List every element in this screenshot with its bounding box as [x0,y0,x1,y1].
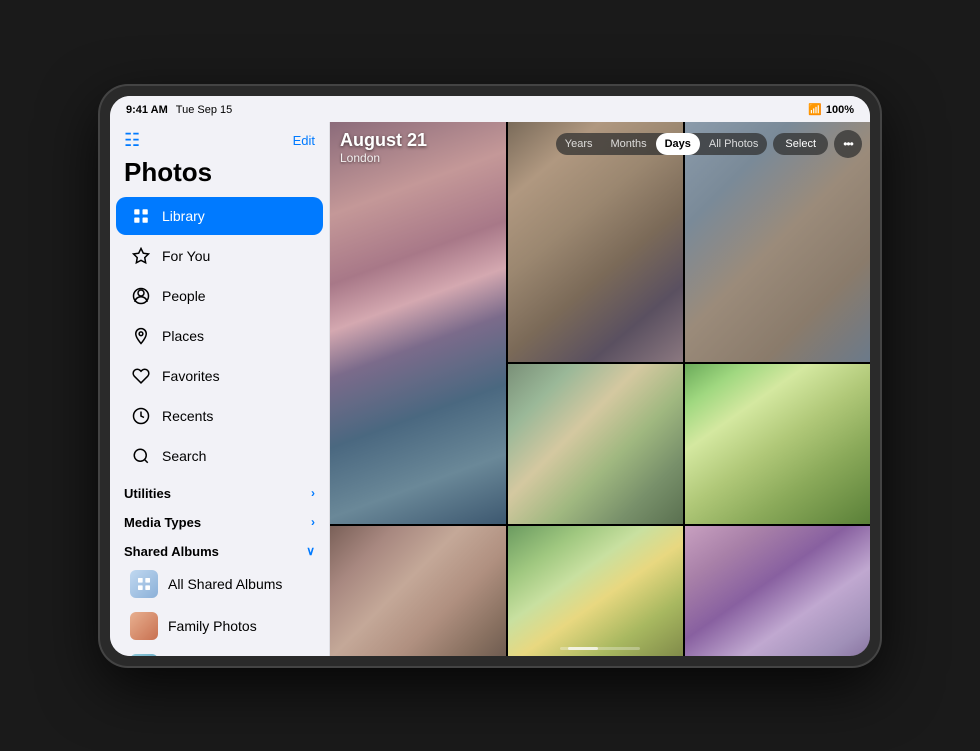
media-types-label: Media Types [124,515,201,530]
filter-months[interactable]: Months [602,133,656,155]
heart-icon [130,365,152,387]
recents-label: Recents [162,408,213,424]
photo-cell-2[interactable] [508,122,684,362]
photo-cell-1[interactable] [330,122,506,524]
sidebar-item-all-shared-albums[interactable]: All Shared Albums [116,564,323,604]
sidebar-header: ☷ Edit [110,122,329,155]
photos-area: August 21 London Years Months Days All P… [330,122,870,656]
family-photos-thumb [130,612,158,640]
star-icon [130,245,152,267]
status-bar-left: 9:41 AM Tue Sep 15 [126,104,232,116]
status-bar-right: 📶 100% [808,103,854,116]
more-button[interactable]: ••• [834,130,862,158]
photo-cell-6[interactable] [330,526,506,656]
photo-grid [330,122,870,656]
shared-album-thumb [130,654,158,656]
shared-albums-label: Shared Albums [124,544,219,559]
photo-controls: Years Months Days All Photos Select ••• [556,130,862,158]
photo-cell-8[interactable] [685,526,870,656]
sidebar: ☷ Edit Photos Library [110,122,330,656]
filter-all-photos[interactable]: All Photos [700,133,768,155]
for-you-label: For You [162,248,210,264]
all-shared-albums-thumb [130,570,158,598]
sidebar-item-places[interactable]: Places [116,317,323,355]
app-container: ☷ Edit Photos Library [110,122,870,656]
sidebar-item-favorites[interactable]: Favorites [116,357,323,395]
filter-years[interactable]: Years [556,133,602,155]
places-label: Places [162,328,204,344]
device-frame: 9:41 AM Tue Sep 15 📶 100% ☷ Edit Photos [100,86,880,666]
sidebar-item-library[interactable]: Library [116,197,323,235]
status-date: Tue Sep 15 [176,104,232,116]
person-circle-icon [130,285,152,307]
shared-albums-chevron: ∨ [306,544,315,558]
filter-days[interactable]: Days [656,133,700,155]
utilities-chevron: › [311,486,315,500]
people-label: People [162,288,206,304]
media-types-section-header[interactable]: Media Types › [110,505,329,534]
grid-icon [130,205,152,227]
sidebar-item-for-you[interactable]: For You [116,237,323,275]
wifi-icon: 📶 [808,103,822,116]
status-time: 9:41 AM [126,104,168,116]
sidebar-item-people[interactable]: People [116,277,323,315]
media-types-chevron: › [311,515,315,529]
sidebar-item-shared-album[interactable]: Shared Album [116,648,323,656]
shared-albums-section-header[interactable]: Shared Albums ∨ [110,534,329,563]
time-filter-group: Years Months Days All Photos [556,133,768,155]
sidebar-item-recents[interactable]: Recents [116,397,323,435]
utilities-label: Utilities [124,486,171,501]
utilities-section-header[interactable]: Utilities › [110,476,329,505]
all-shared-albums-label: All Shared Albums [168,576,282,592]
library-label: Library [162,208,205,224]
edit-button[interactable]: Edit [293,133,315,148]
favorites-label: Favorites [162,368,220,384]
photo-cell-5[interactable] [685,364,870,524]
search-icon [130,445,152,467]
photo-cell-4[interactable] [508,364,684,524]
scroll-thumb [568,647,598,650]
search-label: Search [162,448,206,464]
sidebar-item-search[interactable]: Search [116,437,323,475]
scroll-track [560,647,640,650]
sidebar-item-family-photos[interactable]: Family Photos [116,606,323,646]
location-icon [130,325,152,347]
battery-icon: 100% [826,104,854,116]
select-button[interactable]: Select [773,133,828,155]
photo-cell-3[interactable] [685,122,870,362]
sidebar-toggle-icon[interactable]: ☷ [124,130,140,151]
photo-cell-7[interactable] [508,526,684,656]
device-screen: 9:41 AM Tue Sep 15 📶 100% ☷ Edit Photos [110,96,870,656]
clock-icon [130,405,152,427]
sidebar-title: Photos [110,155,329,196]
family-photos-label: Family Photos [168,618,257,634]
status-bar: 9:41 AM Tue Sep 15 📶 100% [110,96,870,122]
